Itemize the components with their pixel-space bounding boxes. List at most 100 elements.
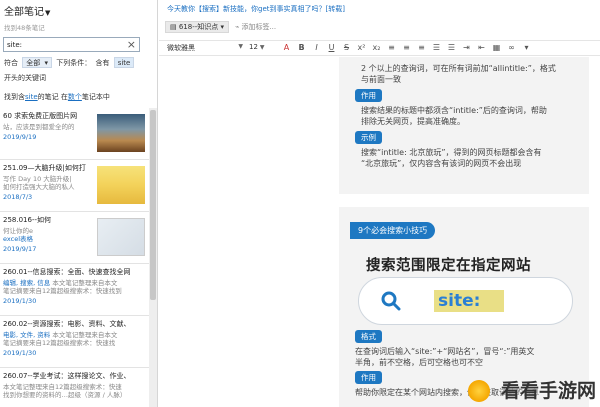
bold-icon[interactable]: B — [294, 43, 309, 52]
note-list-scrollbar[interactable] — [149, 108, 157, 407]
list-item[interactable]: 60 求索免费正版图片网 站，应该是到都爱全的的 2019/9/19 — [0, 108, 149, 160]
align-left-icon[interactable]: ≡ — [384, 43, 399, 52]
outdent-icon[interactable]: ⇤ — [474, 43, 489, 52]
align-center-icon[interactable]: ≡ — [399, 43, 414, 52]
strikethrough-icon[interactable]: S — [339, 43, 354, 52]
note-title: 251.09—大脑升级|如何打 — [3, 164, 86, 172]
note-list-panel: 全部笔记▼ 找到48条笔记 × 符合 全部 ▾ 下列条件： 含有 site 开头… — [0, 0, 158, 407]
format-toolbar: 微软雅黑 ▼ 12 ▼ A B I U Sx² x₂ ≡ ≡ ≡ ☰ ☰ ⇥ ⇤ ▦ ∞ ▾ — [159, 40, 600, 56]
filter-row: 符合 全部 ▾ 下列条件： 含有 site — [4, 57, 154, 69]
card2-line1: 在查询词后输入“site:”+“网站名”，冒号“:”用英文 — [355, 347, 535, 356]
link-icon[interactable]: ∞ — [504, 43, 519, 52]
note-snippet: 电影, 文件, 资料 本文笔记整理来自本文 笔记摘要来自12篇超级搜索术：快速找 — [3, 331, 118, 347]
note-snippet: 站，应该是到都爱全的的 — [3, 123, 75, 131]
font-size-value: 12 — [249, 43, 258, 51]
chip-purpose: 作用 — [355, 89, 382, 102]
chip-example: 示例 — [355, 131, 382, 144]
close-icon[interactable]: × — [127, 38, 136, 51]
chip-purpose-2: 作用 — [355, 371, 382, 384]
toolbar-icons: A B I U Sx² x₂ ≡ ≡ ≡ ☰ ☰ ⇥ ⇤ ▦ ∞ ▾ — [279, 43, 534, 52]
result-link-count[interactable]: 数个 — [68, 93, 82, 101]
filter-label-2: 下列条件： — [56, 58, 92, 67]
font-family-dropdown[interactable]: 微软雅黑 ▼ — [167, 43, 243, 54]
note-thumbnail — [97, 166, 145, 204]
note-title: 260.02--资源搜索：电影、资料、文献、 — [3, 320, 131, 328]
headline: 搜索范围限定在指定网站 — [366, 258, 531, 274]
search-illustration: site: — [358, 277, 573, 325]
tag-row: ▤ 618--知识点 ▾ ⌁ 添加标签... — [159, 16, 600, 37]
card1-line1: 2 个以上的查询词，可在所有词前加“allintitle:”，格式 — [361, 64, 556, 73]
font-family-value: 微软雅黑 — [167, 44, 195, 52]
tips-banner: 9个必会搜索小技巧 — [350, 222, 436, 239]
table-icon[interactable]: ▦ — [489, 43, 504, 52]
list-item[interactable]: 260.02--资源搜索：电影、资料、文献、 电影, 文件, 资料 本文笔记整理… — [0, 316, 149, 368]
card1-line5: 搜索“intitle: 北京旅玩”，得到的网页标题都会含有 — [361, 148, 542, 157]
note-thumbnail — [97, 114, 145, 152]
font-color-icon[interactable]: A — [279, 43, 294, 52]
notebook-title: 全部笔记 — [4, 7, 44, 18]
note-title: 258.016--如何 — [3, 216, 51, 224]
add-tag-input[interactable]: ⌁ 添加标签... — [235, 22, 276, 32]
note-date: 2019/9/19 — [3, 133, 37, 141]
result-link-site[interactable]: site — [25, 93, 38, 101]
search-input[interactable] — [4, 38, 114, 51]
search-icon — [381, 291, 401, 311]
card1-line4: 排除无关网页，提高准确度。 — [361, 117, 465, 126]
add-tag-label: 添加标签... — [241, 23, 277, 31]
note-date: 2019/9/17 — [3, 245, 37, 253]
note-snippet: 写作 Day 10 大脑升级| 如何打造强大大脑的私人 — [3, 175, 75, 191]
chevron-down-icon: ▼ — [259, 44, 265, 51]
result-mid: 的笔记 在 — [37, 93, 68, 101]
card1-line6: “北京旅玩”，仅内容含有该词的网页不会出现 — [361, 159, 522, 168]
watermark-logo-icon — [468, 380, 490, 402]
note-title-field[interactable]: 今天教你【搜索】新技能，你get到事实真相了吗？[转载] — [167, 4, 345, 14]
align-right-icon[interactable]: ≡ — [414, 43, 429, 52]
list-item[interactable]: 251.09—大脑升级|如何打 写作 Day 10 大脑升级| 如何打造强大大脑的… — [0, 160, 149, 212]
note-thumbnail — [97, 218, 145, 256]
notebook-tag[interactable]: ▤ 618--知识点 ▾ — [165, 21, 230, 33]
keyword-line: 开头的关键词 — [4, 74, 46, 82]
card1-line3: 搜索结果的标题中都须含“intitle:”后的查询词，帮助 — [361, 106, 547, 115]
note-list: 60 求索免费正版图片网 站，应该是到都爱全的的 2019/9/19 251.0… — [0, 108, 149, 407]
content-card-1: 2 个以上的查询词，可在所有词前加“allintitle:”，格式 与前面一致 … — [339, 57, 589, 194]
note-date: 2019/1/30 — [3, 297, 37, 305]
card2-line2: 半角，前不空格，后可空格也可不空 — [355, 358, 483, 367]
filter-label: 符合 — [4, 58, 18, 67]
note-snippet: 编辑, 搜索, 信息 本文笔记整理来自本文 笔记摘要来自12篇超级搜索术：快速找到 — [3, 279, 122, 295]
card1-line2: 与前面一致 — [361, 75, 401, 84]
superscript-icon[interactable]: x² — [354, 43, 369, 52]
scrollbar-thumb[interactable] — [150, 110, 156, 300]
filter-value[interactable]: site — [113, 57, 135, 68]
bullet-list-icon[interactable]: ☰ — [429, 43, 444, 52]
notebook-tag-label: 618--知识点 — [178, 23, 219, 31]
subscript-icon[interactable]: x₂ — [369, 43, 384, 52]
note-title: 60 求索免费正版图片网 — [3, 112, 78, 120]
found-count: 找到48条笔记 — [4, 24, 45, 32]
notebook-icon: ▤ — [170, 23, 179, 31]
numbered-list-icon[interactable]: ☰ — [444, 43, 459, 52]
result-summary: 找到含site的笔记 在数个笔记本中 — [4, 92, 110, 102]
list-item[interactable]: 260.07--学业考试：这样搜论文、作业、 本文笔记整理来自12篇超级搜索术：… — [0, 368, 149, 407]
filter-scope-value: 全部 — [26, 59, 41, 67]
note-title: 260.01--信息搜索：全面、快速查找全网 — [3, 268, 131, 276]
watermark: 看看手游网 — [500, 380, 596, 402]
note-snippet: 本文笔记整理来自12篇超级搜索术：快速 找到你想要的资料的…超级（资源 / 人脉） — [3, 383, 127, 399]
search-box: × — [3, 37, 140, 52]
site-operator-text: site: — [434, 290, 504, 312]
filter-condition[interactable]: 含有 — [95, 58, 109, 68]
note-title: 260.07--学业考试：这样搜论文、作业、 — [3, 372, 131, 380]
italic-icon[interactable]: I — [309, 43, 324, 52]
result-suffix: 笔记本中 — [81, 93, 110, 101]
more-icon[interactable]: ▾ — [519, 43, 534, 52]
result-prefix: 找到含 — [4, 93, 25, 101]
filter-scope-dropdown[interactable]: 全部 ▾ — [22, 57, 52, 68]
list-item[interactable]: 258.016--如何 何让你的e excel表格 2019/9/17 — [0, 212, 149, 264]
note-date: 2018/7/3 — [3, 193, 33, 201]
list-item[interactable]: 260.01--信息搜索：全面、快速查找全网 编辑, 搜索, 信息 本文笔记整理… — [0, 264, 149, 316]
notebook-selector[interactable]: 全部笔记▼ — [4, 3, 50, 18]
font-size-dropdown[interactable]: 12 ▼ — [249, 43, 269, 54]
underline-icon[interactable]: U — [324, 43, 339, 52]
indent-icon[interactable]: ⇥ — [459, 43, 474, 52]
chip-format: 格式 — [355, 330, 382, 343]
note-snippet: 何让你的e excel表格 — [3, 227, 33, 243]
